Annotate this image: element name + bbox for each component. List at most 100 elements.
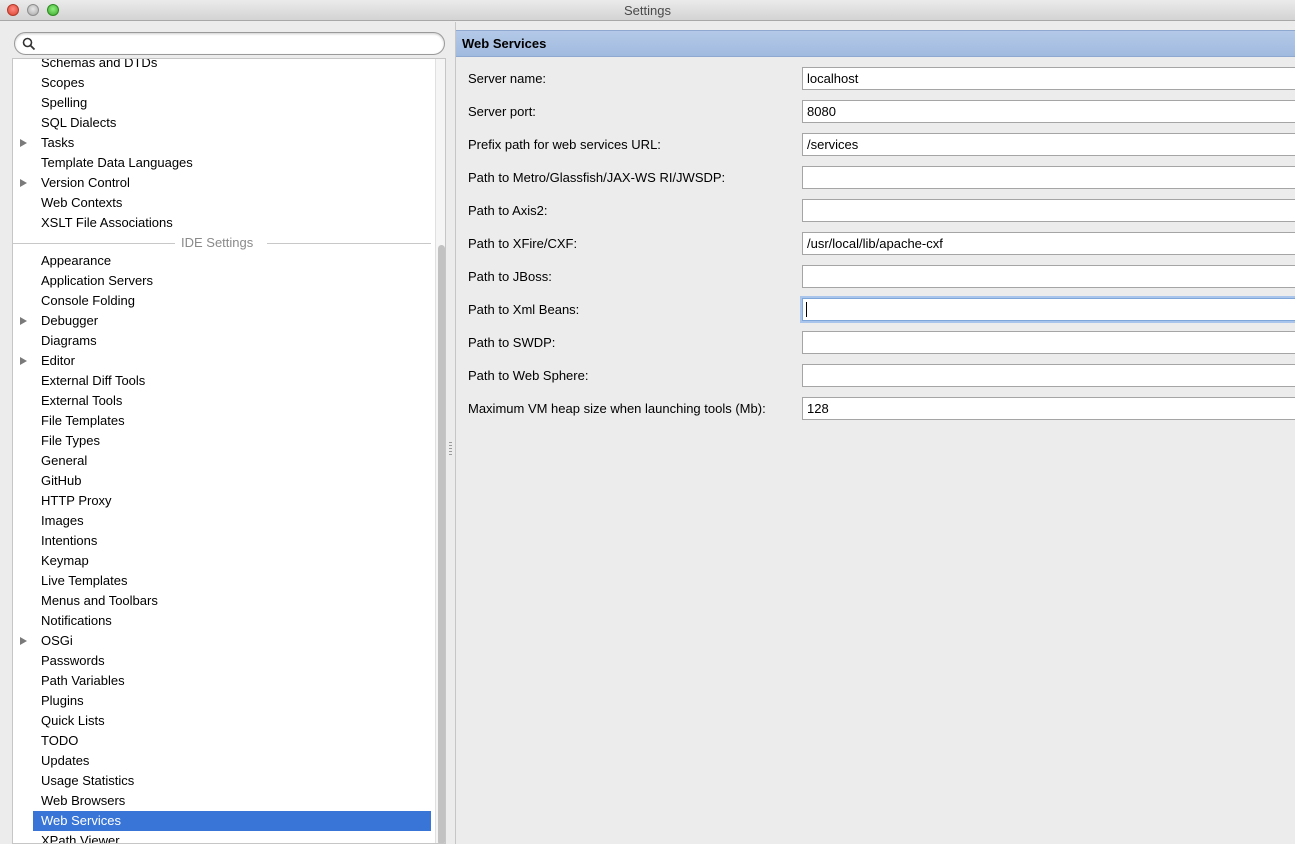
- tree-item-label: Diagrams: [41, 331, 97, 351]
- tree-item-label: TODO: [41, 731, 78, 751]
- field-label: Path to Metro/Glassfish/JAX-WS RI/JWSDP:: [468, 170, 725, 185]
- field-label: Path to SWDP:: [468, 335, 555, 350]
- form-row-path-to-jboss: Path to JBoss:: [456, 265, 1295, 289]
- tree-item-web-services[interactable]: Web Services: [33, 811, 431, 831]
- tree-item-web-contexts[interactable]: Web Contexts: [13, 193, 431, 213]
- tree-item-keymap[interactable]: Keymap: [13, 551, 431, 571]
- tree-item-xpath-viewer[interactable]: XPath Viewer: [13, 831, 431, 844]
- tree-item-usage-statistics[interactable]: Usage Statistics: [13, 771, 431, 791]
- tree-item-http-proxy[interactable]: HTTP Proxy: [13, 491, 431, 511]
- prefix-path-for-web-services-url-input[interactable]: [802, 133, 1295, 156]
- tree-item-label: Web Contexts: [41, 193, 122, 213]
- tree-item-passwords[interactable]: Passwords: [13, 651, 431, 671]
- form-row-path-to-web-sphere: Path to Web Sphere:: [456, 364, 1295, 388]
- expand-arrow-icon[interactable]: [20, 357, 27, 365]
- pane-splitter[interactable]: [446, 22, 455, 844]
- tree-item-plugins[interactable]: Plugins: [13, 691, 431, 711]
- tree-item-label: Keymap: [41, 551, 89, 571]
- section-separator-ide-settings: IDE Settings: [13, 233, 431, 253]
- tree-item-label: External Tools: [41, 391, 122, 411]
- search-box[interactable]: [14, 32, 445, 55]
- search-input[interactable]: [37, 35, 437, 52]
- tree-item-version-control[interactable]: Version Control: [13, 173, 431, 193]
- tree-item-diagrams[interactable]: Diagrams: [13, 331, 431, 351]
- form-row-path-to-swdp: Path to SWDP:: [456, 331, 1295, 355]
- server-name-input[interactable]: [802, 67, 1295, 90]
- tree-item-console-folding[interactable]: Console Folding: [13, 291, 431, 311]
- expand-arrow-icon[interactable]: [20, 139, 27, 147]
- tree-item-template-data-languages[interactable]: Template Data Languages: [13, 153, 431, 173]
- expand-arrow-icon[interactable]: [20, 637, 27, 645]
- separator-line: [13, 243, 175, 244]
- tree-item-path-variables[interactable]: Path Variables: [13, 671, 431, 691]
- tree-item-xslt-file-associations[interactable]: XSLT File Associations: [13, 213, 431, 233]
- tree-item-label: Images: [41, 511, 84, 531]
- tree-item-label: Menus and Toolbars: [41, 591, 158, 611]
- tree-item-external-tools[interactable]: External Tools: [13, 391, 431, 411]
- path-to-xfire-cxf-input[interactable]: [802, 232, 1295, 255]
- tree-item-label: Updates: [41, 751, 89, 771]
- server-port-input[interactable]: [802, 100, 1295, 123]
- path-to-xml-beans-input[interactable]: [802, 298, 1295, 321]
- tree-item-label: Spelling: [41, 93, 87, 113]
- form-row-server-name: Server name:: [456, 67, 1295, 91]
- tree-item-debugger[interactable]: Debugger: [13, 311, 431, 331]
- tree-item-label: Console Folding: [41, 291, 135, 311]
- form-row-path-to-axis2: Path to Axis2:: [456, 199, 1295, 223]
- tree-item-live-templates[interactable]: Live Templates: [13, 571, 431, 591]
- tree-item-label: Path Variables: [41, 671, 125, 691]
- form-row-prefix-path-for-web-services-url: Prefix path for web services URL:: [456, 133, 1295, 157]
- tree-item-label: SQL Dialects: [41, 113, 116, 133]
- tree-item-editor[interactable]: Editor: [13, 351, 431, 371]
- tree-item-notifications[interactable]: Notifications: [13, 611, 431, 631]
- path-to-swdp-input[interactable]: [802, 331, 1295, 354]
- expand-arrow-icon[interactable]: [20, 317, 27, 325]
- tree-item-todo[interactable]: TODO: [13, 731, 431, 751]
- tree-item-menus-and-toolbars[interactable]: Menus and Toolbars: [13, 591, 431, 611]
- tree-item-scopes[interactable]: Scopes: [13, 73, 431, 93]
- field-label: Server port:: [468, 104, 536, 119]
- field-label: Path to Xml Beans:: [468, 302, 579, 317]
- path-to-web-sphere-input[interactable]: [802, 364, 1295, 387]
- path-to-metro-glassfish-jax-ws-ri-jwsdp-input[interactable]: [802, 166, 1295, 189]
- tree-item-application-servers[interactable]: Application Servers: [13, 271, 431, 291]
- tree-item-label: Plugins: [41, 691, 84, 711]
- path-to-jboss-input[interactable]: [802, 265, 1295, 288]
- tree-item-external-diff-tools[interactable]: External Diff Tools: [13, 371, 431, 391]
- tree-item-label: General: [41, 451, 87, 471]
- tree-item-general[interactable]: General: [13, 451, 431, 471]
- tree-item-osgi[interactable]: OSGi: [13, 631, 431, 651]
- tree-item-label: XPath Viewer: [41, 831, 120, 844]
- tree-item-label: HTTP Proxy: [41, 491, 112, 511]
- tree-item-spelling[interactable]: Spelling: [13, 93, 431, 113]
- tree-item-label: OSGi: [41, 631, 73, 651]
- splitter-grip-icon: [449, 442, 452, 456]
- maximum-vm-heap-size-when-launching-tools-mb-input[interactable]: [802, 397, 1295, 420]
- tree-item-label: Passwords: [41, 651, 105, 671]
- tree-item-label: Live Templates: [41, 571, 127, 591]
- path-to-axis2-input[interactable]: [802, 199, 1295, 222]
- tree-item-file-types[interactable]: File Types: [13, 431, 431, 451]
- field-label: Maximum VM heap size when launching tool…: [468, 401, 766, 416]
- text-caret: [806, 302, 807, 317]
- tree-item-quick-lists[interactable]: Quick Lists: [13, 711, 431, 731]
- expand-arrow-icon[interactable]: [20, 179, 27, 187]
- scrollbar-thumb[interactable]: [438, 245, 445, 844]
- tree-item-sql-dialects[interactable]: SQL Dialects: [13, 113, 431, 133]
- field-label: Path to Web Sphere:: [468, 368, 588, 383]
- tree-item-images[interactable]: Images: [13, 511, 431, 531]
- tree-item-schemas-and-dtds[interactable]: Schemas and DTDs: [13, 58, 431, 73]
- tree-item-tasks[interactable]: Tasks: [13, 133, 431, 153]
- tree-item-label: External Diff Tools: [41, 371, 145, 391]
- tree-item-file-templates[interactable]: File Templates: [13, 411, 431, 431]
- tree-item-label: Usage Statistics: [41, 771, 134, 791]
- tree-item-web-browsers[interactable]: Web Browsers: [13, 791, 431, 811]
- tree-scrollbar[interactable]: [435, 59, 446, 844]
- tree-item-github[interactable]: GitHub: [13, 471, 431, 491]
- tree-item-appearance[interactable]: Appearance: [13, 251, 431, 271]
- tree-item-intentions[interactable]: Intentions: [13, 531, 431, 551]
- tree-item-updates[interactable]: Updates: [13, 751, 431, 771]
- search-icon: [22, 37, 36, 51]
- field-label: Prefix path for web services URL:: [468, 137, 661, 152]
- tree-item-label: Notifications: [41, 611, 112, 631]
